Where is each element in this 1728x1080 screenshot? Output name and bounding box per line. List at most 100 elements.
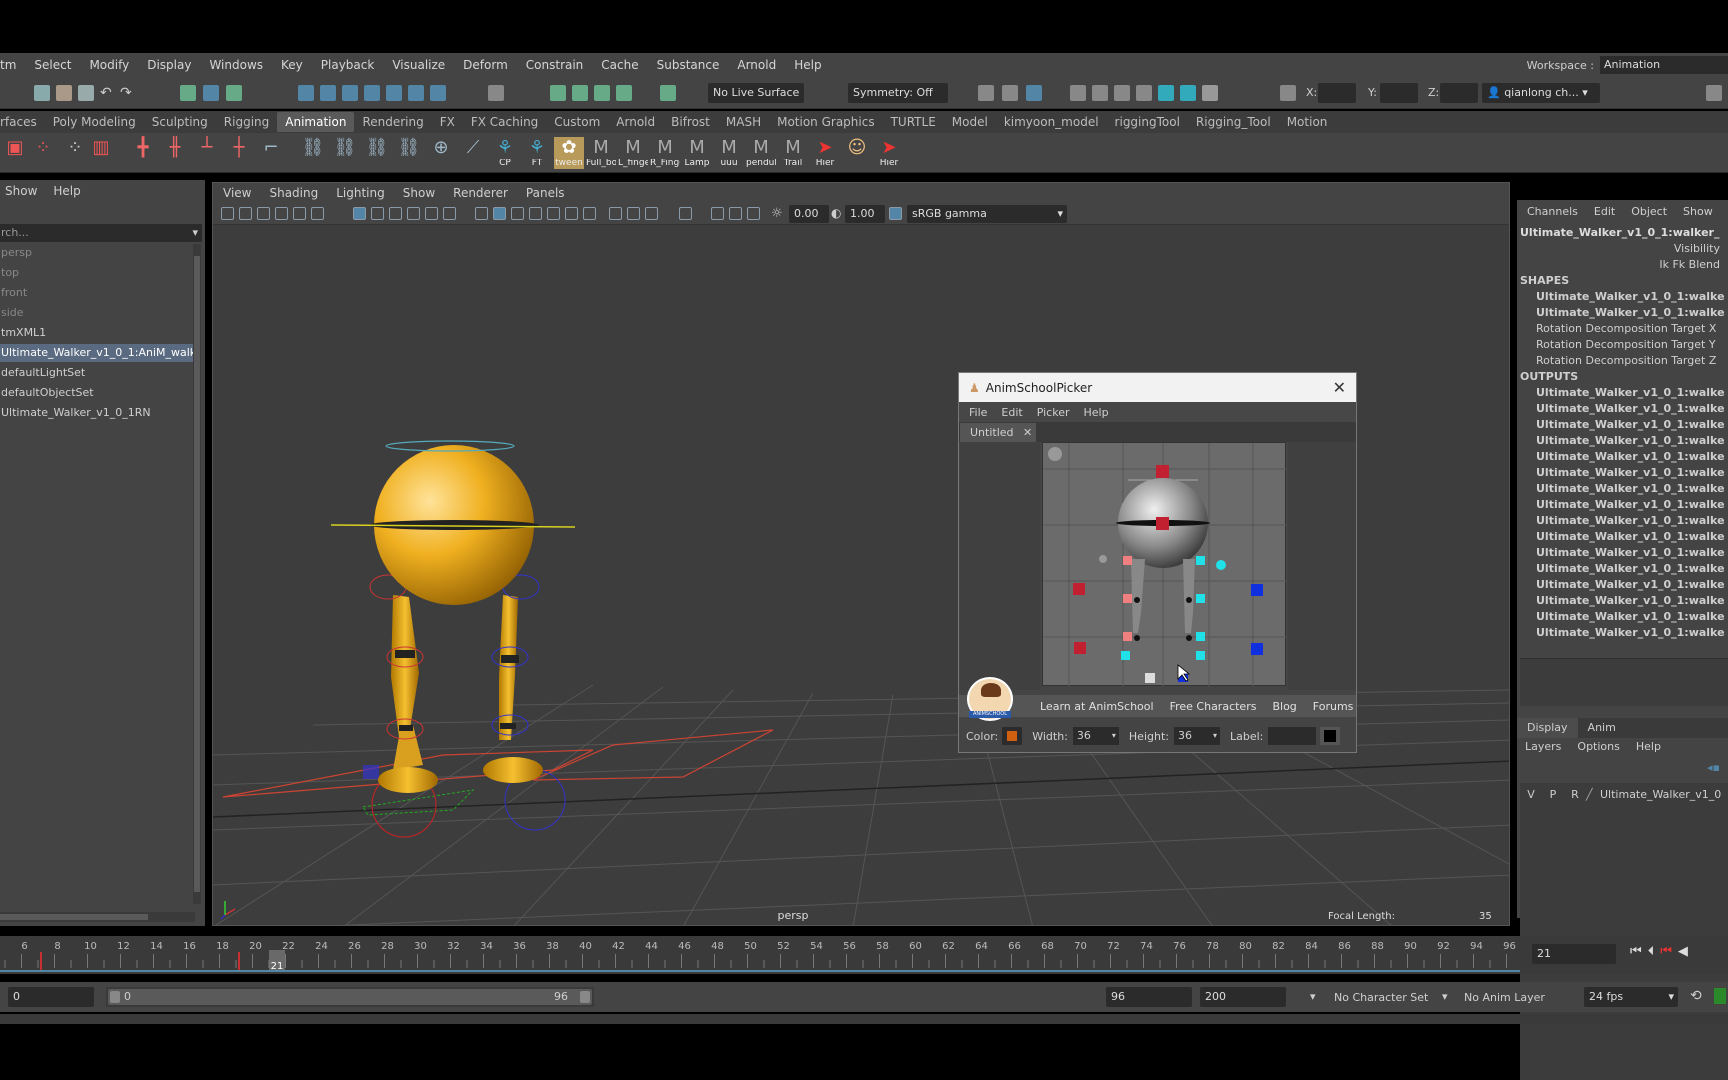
learn-at-animschool-link[interactable]: Learn at AnimSchool: [1040, 700, 1154, 713]
dots-icon[interactable]: ⁘: [28, 137, 58, 169]
shape-node[interactable]: Ultimate_Walker_v1_0_1:walke: [1520, 305, 1728, 321]
xray-components-icon[interactable]: [747, 207, 760, 220]
history-icon[interactable]: [550, 85, 566, 101]
outliner-item[interactable]: defaultLightSet: [0, 364, 193, 382]
outliner-item[interactable]: tmXML1: [0, 324, 193, 342]
save-scene-icon[interactable]: [78, 85, 94, 101]
visibility-attr[interactable]: Visibility: [1520, 241, 1728, 257]
shelf-tab-poly-modeling[interactable]: Poly Modeling: [45, 115, 144, 129]
pause-icon[interactable]: [1202, 85, 1218, 101]
select-object-icon[interactable]: [203, 85, 219, 101]
set-key-icon[interactable]: ▥: [86, 137, 116, 169]
menu-playback[interactable]: Playback: [312, 58, 384, 72]
full-body-tool[interactable]: M Full_bo: [586, 137, 616, 169]
render-view-icon[interactable]: [1070, 85, 1086, 101]
shelf-tab-custom[interactable]: Custom: [546, 115, 608, 129]
hier-tool[interactable]: ➤ Hier: [810, 137, 840, 169]
animschool-picker-tool[interactable]: ☺: [842, 137, 872, 169]
snap-point-icon[interactable]: [342, 85, 358, 101]
output-node[interactable]: Ultimate_Walker_v1_0_1:walke: [1520, 401, 1728, 417]
outliner-show-menu[interactable]: Show: [5, 184, 37, 198]
step-back-key-icon[interactable]: ⏮: [1660, 944, 1672, 959]
menu-windows[interactable]: Windows: [200, 58, 272, 72]
grid-icon[interactable]: [353, 207, 366, 220]
sidebar-toggle-icon[interactable]: [1706, 85, 1722, 101]
pendulum-tool[interactable]: Mpendulu: [746, 137, 776, 169]
command-line[interactable]: [0, 1014, 1728, 1024]
outliner-item[interactable]: Ultimate_Walker_v1_0_1RN: [0, 404, 193, 422]
character-set-dropdown[interactable]: No Character Set: [1334, 991, 1428, 1004]
close-icon[interactable]: ✕: [1333, 378, 1346, 397]
step-back-icon[interactable]: ⏴: [1648, 944, 1655, 959]
viewport-menu-show[interactable]: Show: [403, 186, 435, 200]
shelf-tab-fx[interactable]: FX: [432, 115, 463, 129]
symmetry-dropdown[interactable]: Symmetry: Off: [848, 83, 948, 103]
lock-icon[interactable]: [488, 85, 504, 101]
outliner-item[interactable]: persp: [0, 244, 193, 262]
picker-canvas[interactable]: [1042, 442, 1287, 687]
exposure-field[interactable]: 0.00: [789, 205, 829, 223]
uuu-tool[interactable]: Muuu: [714, 137, 744, 169]
field-chart-icon[interactable]: [425, 207, 438, 220]
menu-modify[interactable]: Modify: [80, 58, 138, 72]
snap-surface-icon[interactable]: [386, 85, 402, 101]
output-node[interactable]: Ultimate_Walker_v1_0_1:walke: [1520, 497, 1728, 513]
depth-of-field-icon[interactable]: [645, 207, 658, 220]
grease-pencil-icon[interactable]: [293, 207, 306, 220]
shelf-tab-arnold[interactable]: Arnold: [608, 115, 663, 129]
current-frame-field[interactable]: 21: [1532, 944, 1616, 964]
time-slider[interactable]: 6 8 10 12 14 16 18 20 22 24 26 28 30 32 34 36 38 40 42 44 46…: [0, 936, 1728, 974]
select-component-icon[interactable]: [226, 85, 242, 101]
outliner-item[interactable]: front: [0, 284, 193, 302]
layer-row[interactable]: V P R ╱ Ultimate_Walker_v1_0: [1520, 785, 1728, 803]
anim-layer-dropdown[interactable]: No Anim Layer: [1464, 991, 1545, 1004]
film-gate-icon[interactable]: [371, 207, 384, 220]
arnold-render-icon[interactable]: [1158, 85, 1174, 101]
menu-tm[interactable]: tm: [0, 58, 25, 72]
bookmark-icon[interactable]: [257, 207, 270, 220]
end-frame-field[interactable]: 96: [1106, 987, 1192, 1007]
shelf-tab-model[interactable]: Model: [944, 115, 996, 129]
shelf-tab-animation[interactable]: Animation: [277, 112, 355, 132]
outliner-item[interactable]: top: [0, 264, 193, 282]
animschool-logo[interactable]: ANIMSCHOOL: [967, 677, 1013, 721]
snap-curve-icon[interactable]: [320, 85, 336, 101]
xray-joints-icon[interactable]: [729, 207, 742, 220]
viewport-menu-shading[interactable]: Shading: [269, 186, 318, 200]
menu-arnold[interactable]: Arnold: [728, 58, 785, 72]
colorspace-dropdown[interactable]: sRGB gamma ▾: [907, 205, 1067, 223]
tab-display[interactable]: Display: [1517, 718, 1578, 738]
constraint-point-icon[interactable]: ⛓: [330, 137, 360, 169]
shelf-tab-rfaces[interactable]: rfaces: [0, 115, 45, 129]
rotation-attr[interactable]: Rotation Decomposition Target Y: [1520, 337, 1728, 353]
play-backwards-icon[interactable]: ◀: [1678, 944, 1688, 959]
wireframe-icon[interactable]: [475, 207, 488, 220]
ik-spline-icon[interactable]: ⌐: [256, 137, 286, 169]
shelf-tab-turtle[interactable]: TURTLE: [883, 115, 944, 129]
anti-alias-icon[interactable]: [627, 207, 640, 220]
joint-icon[interactable]: ┴: [192, 137, 222, 169]
picker-edit-menu[interactable]: Edit: [1001, 406, 1022, 419]
lamp-tool[interactable]: M Lamp: [682, 137, 712, 169]
r-finger-tool[interactable]: MR_Finge: [650, 137, 680, 169]
output-node[interactable]: Ultimate_Walker_v1_0_1:walke: [1520, 385, 1728, 401]
loop-icon[interactable]: ⟲: [1690, 988, 1702, 1004]
fps-dropdown[interactable]: 24 fps ▾: [1584, 987, 1678, 1007]
shape-node[interactable]: Ultimate_Walker_v1_0_1:walke: [1520, 289, 1728, 305]
shelf-tab-bifrost[interactable]: Bifrost: [663, 115, 718, 129]
textured-icon[interactable]: [529, 207, 542, 220]
workspace-dropdown[interactable]: Animation: [1600, 56, 1728, 74]
color-swatch[interactable]: [1002, 727, 1023, 745]
edit-menu[interactable]: Edit: [1594, 205, 1615, 218]
layer-reference-toggle[interactable]: R: [1564, 788, 1586, 801]
isolate-select-icon[interactable]: [679, 207, 692, 220]
picker-help-menu[interactable]: Help: [1084, 406, 1109, 419]
inbetween-icon[interactable]: ╫: [160, 137, 190, 169]
go-to-start-icon[interactable]: ⏮: [1630, 944, 1642, 959]
output-node[interactable]: Ultimate_Walker_v1_0_1:walke: [1520, 529, 1728, 545]
snap-pivot-icon[interactable]: [408, 85, 424, 101]
render-icon[interactable]: [1136, 85, 1152, 101]
color-management-icon[interactable]: [889, 207, 902, 220]
output-node[interactable]: Ultimate_Walker_v1_0_1:walke: [1520, 609, 1728, 625]
gate-mask-icon[interactable]: [407, 207, 420, 220]
